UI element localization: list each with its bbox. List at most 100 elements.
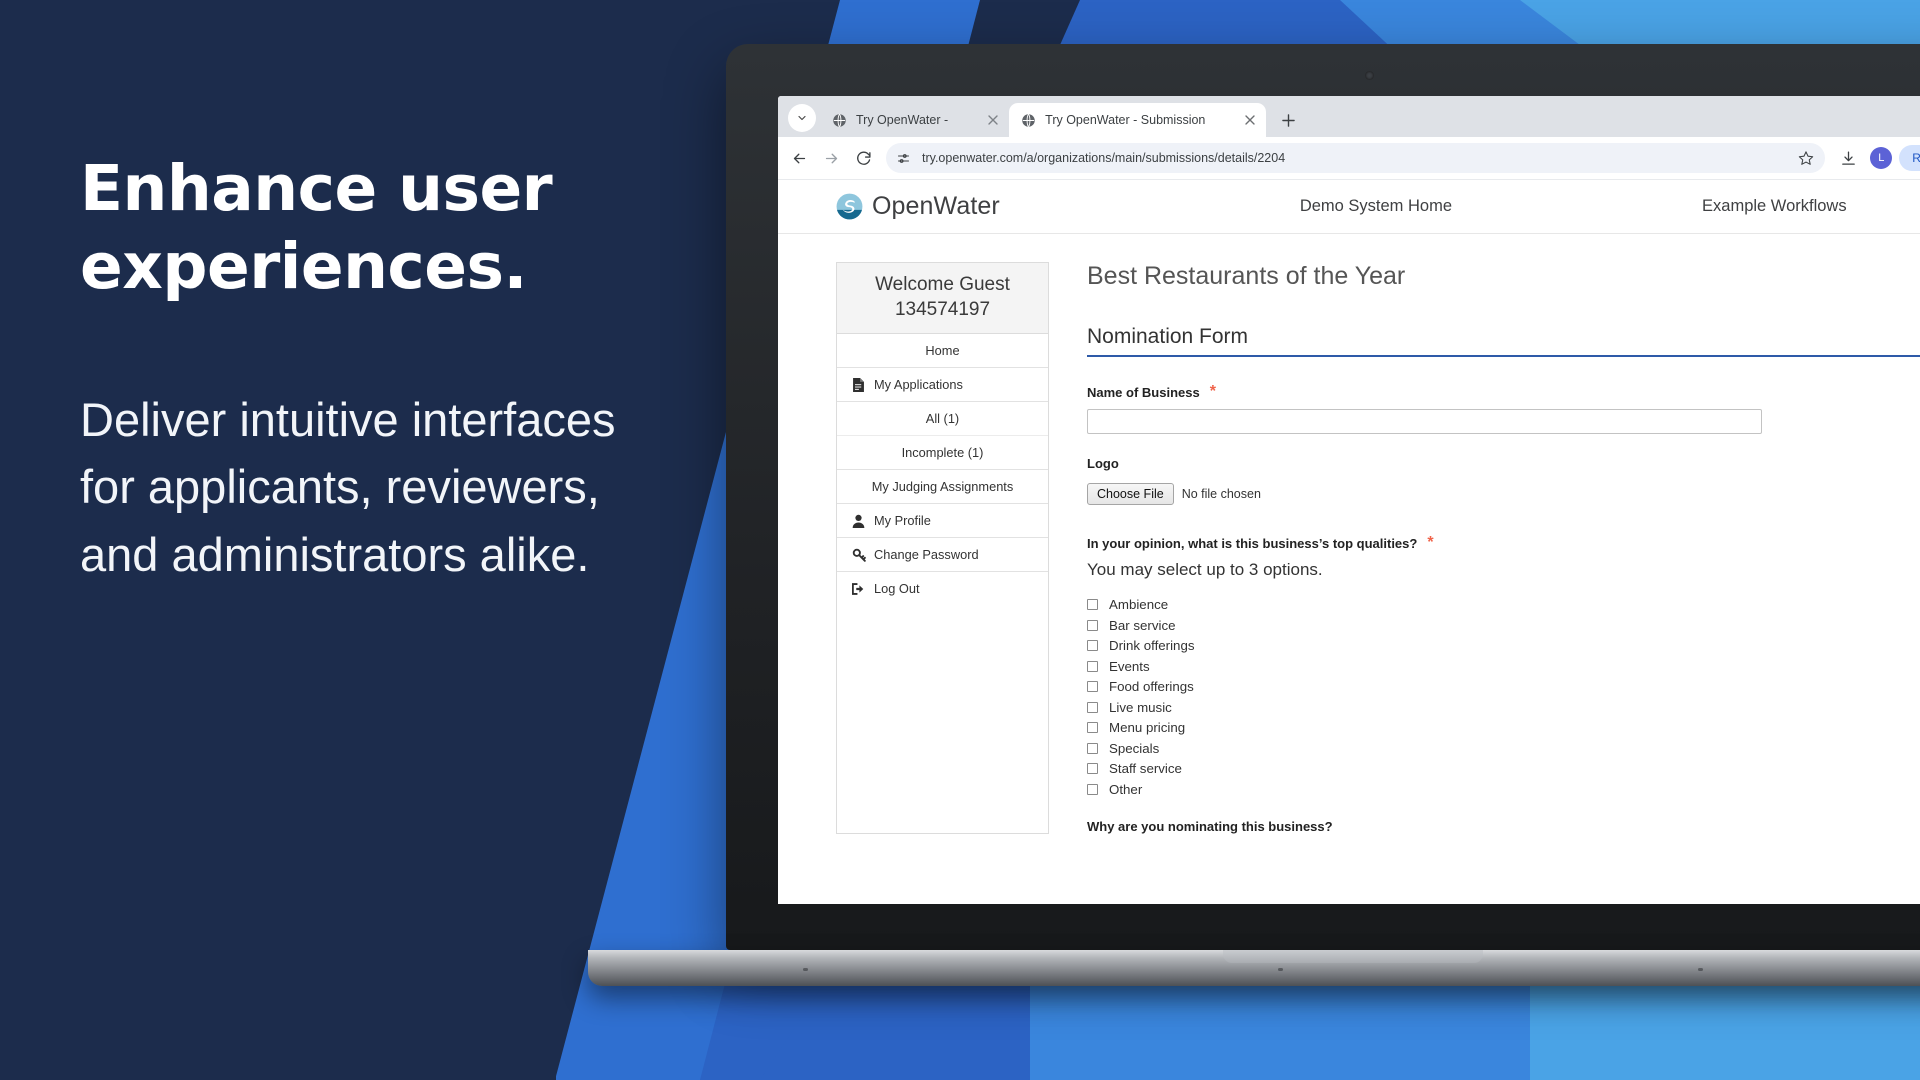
- checkbox-option[interactable]: Live music: [1087, 700, 1920, 715]
- field-label-reason: Why are you nominating this business?: [1087, 818, 1333, 834]
- sidebar-item-home[interactable]: Home: [837, 334, 1048, 369]
- browser-tab-2[interactable]: Try OpenWater - Submission: [1009, 103, 1267, 137]
- web-page-content: OpenWater Demo System Home Example Workf…: [778, 180, 1920, 904]
- checkbox-option[interactable]: Ambience: [1087, 597, 1920, 612]
- checkbox-live-music[interactable]: [1087, 701, 1098, 713]
- url-text: try.openwater.com/a/organizations/main/s…: [922, 151, 1286, 165]
- tab-search-button[interactable]: [788, 104, 816, 132]
- openwater-logo-icon: [836, 193, 863, 220]
- checkbox-option[interactable]: Menu pricing: [1087, 720, 1920, 735]
- address-bar[interactable]: try.openwater.com/a/organizations/main/s…: [886, 143, 1826, 173]
- sidebar-item-my-judging-assignments[interactable]: My Judging Assignments: [837, 470, 1048, 505]
- browser-tab-1[interactable]: Try OpenWater -: [820, 103, 1010, 137]
- field-top-qualities: In your opinion, what is this business’s…: [1087, 535, 1920, 797]
- tab-close-icon[interactable]: [1242, 112, 1258, 128]
- checkbox-other[interactable]: [1087, 783, 1098, 795]
- forward-button[interactable]: [816, 143, 846, 173]
- marketing-headline: Enhance user experiences.: [80, 152, 553, 304]
- new-tab-button[interactable]: [1274, 106, 1302, 134]
- sidebar-item-my-applications[interactable]: My Applications: [837, 368, 1048, 403]
- sidebar-item-label: My Profile: [874, 513, 931, 529]
- welcome-line-2: 134574197: [894, 299, 991, 321]
- page-body: Welcome Guest 134574197 Home My Applicat…: [778, 234, 1920, 834]
- close-icon: [1245, 115, 1256, 125]
- sidebar-item-label: All (1): [925, 411, 960, 427]
- sidebar-item-incomplete[interactable]: Incomplete (1): [837, 436, 1048, 471]
- chevron-down-icon: [798, 115, 806, 121]
- star-icon: [1799, 151, 1814, 165]
- section-title: Nomination Form: [1087, 325, 1920, 357]
- tab-strip: Try OpenWater - Try OpenWater - Submissi…: [778, 96, 1920, 137]
- business-name-input[interactable]: [1087, 409, 1762, 434]
- field-business-name: Name of Business *: [1087, 384, 1920, 434]
- checkbox-option[interactable]: Food offerings: [1087, 679, 1920, 694]
- checkbox-option[interactable]: Bar service: [1087, 618, 1920, 633]
- field-label-text: Logo: [1087, 456, 1119, 471]
- checkbox-menu-pricing[interactable]: [1087, 722, 1098, 733]
- checkbox-option[interactable]: Drink offerings: [1087, 638, 1920, 653]
- browser-toolbar: try.openwater.com/a/organizations/main/s…: [778, 137, 1920, 180]
- required-marker: *: [1427, 534, 1434, 551]
- checkbox-drink-offerings[interactable]: [1087, 640, 1098, 651]
- checkbox-events[interactable]: [1087, 660, 1098, 672]
- field-label-text: Name of Business: [1087, 384, 1200, 400]
- checkbox-specials[interactable]: [1087, 742, 1098, 754]
- sidebar-item-log-out[interactable]: Log Out: [837, 572, 1048, 605]
- back-arrow-icon: [793, 153, 805, 163]
- back-button[interactable]: [784, 143, 814, 173]
- sidebar-item-change-password[interactable]: Change Password: [837, 538, 1048, 573]
- nav-link-example-workflows[interactable]: Example Workflows: [1702, 197, 1847, 216]
- checkbox-label: Food offerings: [1109, 679, 1194, 694]
- checkbox-label: Bar service: [1109, 617, 1176, 633]
- checkbox-label: Events: [1109, 658, 1150, 674]
- globe-icon: [1022, 113, 1035, 127]
- page-title: Best Restaurants of the Year: [1087, 262, 1406, 290]
- user-glyph: [852, 514, 865, 528]
- key-icon: [851, 548, 866, 562]
- checkbox-ambience[interactable]: [1087, 599, 1098, 610]
- downloads-button[interactable]: [1833, 143, 1863, 173]
- checkbox-bar-service[interactable]: [1087, 619, 1098, 631]
- webcam-icon: [1365, 71, 1374, 80]
- tab-close-icon[interactable]: [985, 112, 1001, 128]
- relaunch-button[interactable]: Relaunch: [1899, 145, 1920, 171]
- sidebar-item-my-profile[interactable]: My Profile: [837, 504, 1048, 539]
- checkbox-label: Drink offerings: [1109, 638, 1195, 653]
- key-glyph: [852, 548, 866, 562]
- laptop-screen: Try OpenWater - Try OpenWater - Submissi…: [778, 96, 1920, 904]
- nomination-form: Best Restaurants of the Year Nomination …: [1049, 262, 1920, 834]
- chrome-browser-window: Try OpenWater - Try OpenWater - Submissi…: [778, 96, 1920, 904]
- logout-icon: [851, 582, 866, 596]
- plus-icon: [1282, 113, 1295, 127]
- welcome-panel: Welcome Guest 134574197: [837, 263, 1048, 335]
- tab-title: Try OpenWater -: [856, 113, 949, 127]
- checkbox-option[interactable]: Staff service: [1087, 761, 1920, 776]
- tune-icon: [897, 153, 909, 163]
- site-header: OpenWater Demo System Home Example Workf…: [778, 180, 1920, 234]
- checkbox-label: Ambience: [1109, 597, 1169, 612]
- reload-button[interactable]: [848, 143, 878, 173]
- site-settings-button[interactable]: [890, 145, 916, 171]
- checkbox-food-offerings[interactable]: [1087, 681, 1098, 692]
- checkbox-option[interactable]: Specials: [1087, 741, 1920, 756]
- marketing-copy: Enhance user experiences. Deliver intuit…: [80, 150, 640, 588]
- sidebar-item-label: Log Out: [874, 581, 920, 597]
- profile-avatar[interactable]: L: [1870, 147, 1893, 169]
- bookmark-button[interactable]: [1793, 145, 1819, 171]
- nav-link-demo-system-home[interactable]: Demo System Home: [1300, 197, 1452, 216]
- checkbox-group: Ambience Bar service Drink offerings Eve…: [1087, 597, 1920, 797]
- checkbox-option[interactable]: Events: [1087, 659, 1920, 674]
- field-label: Logo: [1087, 456, 1920, 471]
- checkbox-option[interactable]: Other: [1087, 782, 1920, 797]
- laptop-base: [588, 950, 1920, 986]
- openwater-logo[interactable]: OpenWater: [836, 192, 1000, 221]
- field-label: Name of Business *: [1087, 384, 1920, 400]
- choose-file-button[interactable]: Choose File: [1087, 483, 1174, 505]
- checkbox-staff-service[interactable]: [1087, 763, 1098, 774]
- user-icon: [851, 514, 866, 528]
- globe-icon: [833, 113, 846, 127]
- checkbox-label: Other: [1109, 781, 1143, 797]
- sidebar-item-all[interactable]: All (1): [837, 402, 1048, 437]
- laptop-lid: Try OpenWater - Try OpenWater - Submissi…: [726, 44, 1920, 950]
- file-upload-row: Choose File No file chosen: [1087, 483, 1920, 505]
